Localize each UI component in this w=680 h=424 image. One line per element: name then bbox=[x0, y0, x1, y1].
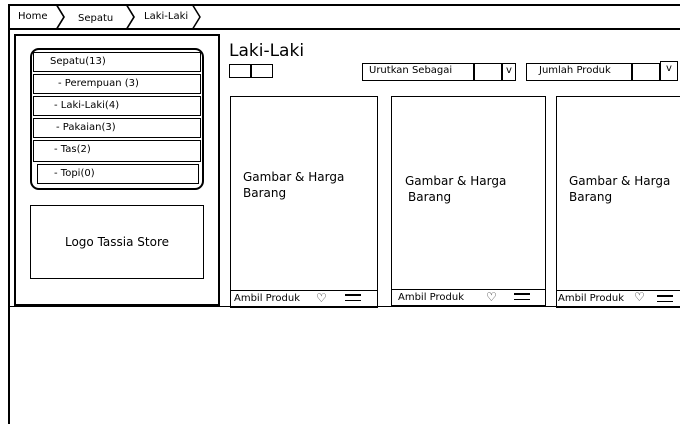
product-info-line1: Gambar & Harga bbox=[405, 174, 507, 188]
heart-icon[interactable]: ♡ bbox=[634, 291, 645, 303]
heart-icon[interactable]: ♡ bbox=[316, 292, 327, 304]
category-laki-laki[interactable]: - Laki-Laki(4) bbox=[33, 96, 201, 116]
heart-icon[interactable]: ♡ bbox=[486, 291, 497, 303]
category-perempuan[interactable]: - Perempuan (3) bbox=[33, 74, 201, 94]
category-topi[interactable]: - Topi(0) bbox=[37, 164, 199, 184]
content-divider bbox=[8, 306, 680, 307]
view-toggle[interactable] bbox=[229, 64, 273, 78]
store-logo: Logo Tassia Store bbox=[30, 205, 204, 279]
sort-select[interactable]: Urutkan Sebagai bbox=[362, 63, 474, 81]
product-info-line2: Barang bbox=[408, 190, 452, 204]
card-footer: Ambil Produk ♡ bbox=[231, 290, 377, 306]
breadcrumb-sepatu[interactable]: Sepatu bbox=[78, 13, 113, 25]
page-title: Laki-Laki bbox=[229, 41, 305, 61]
product-info-line1: Gambar & Harga bbox=[569, 174, 671, 188]
sort-value[interactable] bbox=[474, 63, 502, 81]
product-info-line2: Barang bbox=[243, 186, 287, 200]
menu-icon[interactable] bbox=[514, 293, 530, 301]
logo-text: Logo Tassia Store bbox=[64, 235, 169, 249]
card-footer: Ambil Produk ♡ bbox=[557, 290, 680, 306]
take-product-button[interactable]: Ambil Produk bbox=[398, 291, 464, 305]
sort-chevron-icon[interactable]: v bbox=[502, 63, 516, 81]
menu-icon[interactable] bbox=[345, 294, 361, 302]
product-card[interactable] bbox=[230, 96, 378, 308]
count-value[interactable] bbox=[632, 63, 660, 81]
menu-icon[interactable] bbox=[657, 295, 673, 303]
count-select[interactable]: Jumlah Produk bbox=[526, 63, 632, 81]
take-product-button[interactable]: Ambil Produk bbox=[558, 292, 624, 306]
category-pakaian[interactable]: - Pakaian(3) bbox=[33, 118, 201, 138]
count-chevron-icon[interactable]: v bbox=[660, 61, 678, 81]
product-info-line2: Barang bbox=[569, 190, 613, 204]
card-footer: Ambil Produk ♡ bbox=[392, 289, 545, 305]
category-sepatu[interactable]: Sepatu(13) bbox=[33, 52, 201, 72]
product-info-line1: Gambar & Harga bbox=[243, 170, 345, 184]
take-product-button[interactable]: Ambil Produk bbox=[234, 292, 300, 306]
category-tas[interactable]: - Tas(2) bbox=[33, 140, 201, 162]
breadcrumb-laki-laki[interactable]: Laki-Laki bbox=[144, 11, 188, 23]
breadcrumb-home[interactable]: Home bbox=[18, 11, 48, 23]
